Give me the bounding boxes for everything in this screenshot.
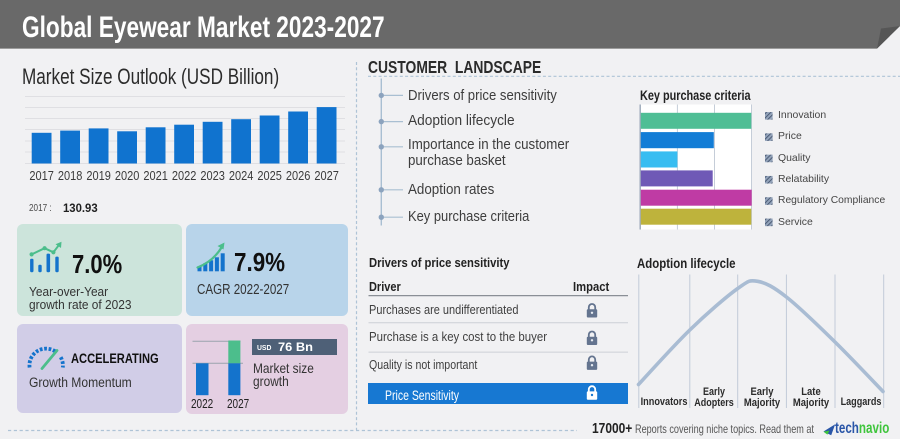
svg-text:2018: 2018: [58, 169, 83, 183]
svg-text:2019: 2019: [86, 169, 111, 183]
svg-text:2027: 2027: [314, 169, 339, 183]
svg-text:2026: 2026: [286, 169, 311, 183]
svg-text:2022: 2022: [172, 169, 197, 183]
svg-text:2020: 2020: [115, 169, 140, 183]
svg-text:2023: 2023: [200, 169, 225, 183]
svg-text:2025: 2025: [257, 169, 282, 183]
svg-text:2024: 2024: [229, 169, 254, 183]
svg-text:2021: 2021: [143, 169, 168, 183]
svg-text:2017: 2017: [29, 169, 54, 183]
